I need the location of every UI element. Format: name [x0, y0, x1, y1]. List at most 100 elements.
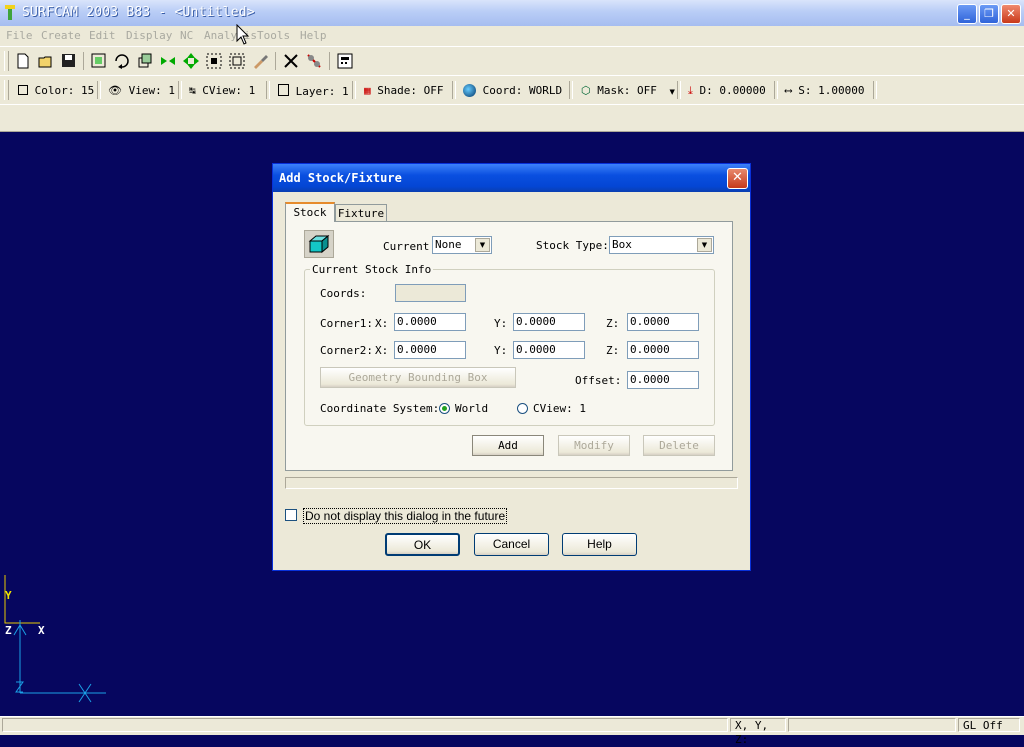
tab-fixture[interactable]: Fixture — [335, 204, 387, 222]
zoom-in-icon[interactable] — [205, 52, 223, 70]
ok-button[interactable]: OK — [385, 533, 460, 556]
shade-setting[interactable]: ▦ Shade: OFF — [364, 84, 443, 97]
coords-label: Coords: — [320, 287, 367, 300]
unblank-icon[interactable] — [305, 52, 323, 70]
open-folder-icon[interactable] — [37, 52, 55, 70]
depth-setting[interactable]: ⤓ D: 0.00000 — [688, 84, 766, 98]
help-button[interactable]: Help — [562, 533, 637, 556]
new-file-icon[interactable] — [14, 52, 32, 70]
corner1-z-label: Z: — [606, 317, 620, 330]
do-not-display-checkbox[interactable] — [285, 509, 297, 521]
main-toolbar — [0, 46, 1024, 75]
stock-type-select[interactable]: Box ▼ — [609, 236, 714, 254]
layer-setting[interactable]: Layer: 1 — [278, 84, 349, 98]
zoom-window-icon[interactable] — [136, 52, 154, 70]
coord-setting[interactable]: Coord: WORLD — [463, 84, 562, 97]
repaint-brush-icon[interactable] — [251, 52, 269, 70]
menu-nc[interactable]: NC — [180, 29, 193, 42]
radio-world-label: World — [455, 402, 489, 415]
depth-setting-label: D: 0.00000 — [699, 84, 766, 97]
coord-setting-label: Coord: WORLD — [482, 84, 563, 97]
title-bar: SURFCAM 2003 B83 - <Untitled> _ ❐ ✕ — [0, 0, 1024, 26]
corner2-label: Corner2: — [320, 344, 373, 357]
zoom-out-icon[interactable] — [228, 52, 246, 70]
window-title: SURFCAM 2003 B83 - <Untitled> — [22, 5, 255, 20]
toolbar-separator — [452, 81, 456, 99]
color-setting-label: Color: 15 — [34, 84, 95, 97]
stock-type-value: Box — [612, 238, 632, 251]
do-not-display-label: Do not display this dialog in the future — [303, 508, 508, 524]
menu-tools[interactable]: Tools — [257, 29, 290, 42]
chevron-down-icon[interactable]: ▼ — [669, 88, 674, 96]
eye-icon: 👁 — [108, 84, 122, 97]
toolbar-separator — [329, 52, 330, 70]
chevron-down-icon[interactable]: ▼ — [475, 238, 490, 252]
radio-world[interactable] — [439, 403, 450, 414]
empty-toolbar — [0, 104, 1024, 132]
save-icon[interactable] — [60, 52, 78, 70]
zoom-fit-icon[interactable] — [159, 52, 177, 70]
shade-setting-label: Shade: OFF — [377, 84, 444, 97]
cview-setting[interactable]: ↹ CView: 1 — [189, 84, 255, 97]
corner2-z-input[interactable]: 0.0000 — [627, 341, 699, 359]
globe-icon — [463, 84, 476, 97]
corner1-y-input[interactable]: 0.0000 — [513, 313, 585, 331]
axis-z-label: Z — [5, 624, 12, 637]
current-select-value: None — [435, 238, 462, 251]
toolbar-grip — [4, 80, 9, 100]
mask-setting[interactable]: ⬡ Mask: OFF ▼ — [581, 84, 675, 97]
offset-input[interactable]: 0.0000 — [627, 371, 699, 389]
toolbar-separator — [178, 81, 182, 99]
chevron-down-icon[interactable]: ▼ — [697, 238, 712, 252]
toolbar-separator — [97, 81, 101, 99]
scale-ruler-icon: ⟷ — [785, 84, 792, 97]
menu-bar: File Create Edit Display NC Analysis Too… — [0, 23, 1024, 46]
dialog-close-button[interactable]: ✕ — [727, 168, 748, 189]
rotate-view-icon[interactable] — [113, 52, 131, 70]
menu-file[interactable]: File — [6, 29, 33, 42]
dialog-status-field — [285, 477, 738, 489]
coordinate-system-label: Coordinate System: — [320, 402, 440, 415]
shade-grid-icon: ▦ — [364, 84, 371, 97]
restore-button[interactable]: ❐ — [979, 4, 999, 24]
menu-edit[interactable]: Edit — [89, 29, 116, 42]
corner1-x-input[interactable]: 0.0000 — [394, 313, 466, 331]
corner2-y-input[interactable]: 0.0000 — [513, 341, 585, 359]
current-select[interactable]: None ▼ — [432, 236, 492, 254]
menu-help[interactable]: Help — [300, 29, 327, 42]
zoom-all-icon[interactable] — [90, 52, 108, 70]
radio-cview[interactable] — [517, 403, 528, 414]
corner1-label: Corner1: — [320, 317, 373, 330]
minimize-button[interactable]: _ — [957, 4, 977, 24]
corner1-x-label: X: — [375, 317, 389, 330]
cancel-button[interactable]: Cancel — [474, 533, 549, 556]
corner2-x-input[interactable]: 0.0000 — [394, 341, 466, 359]
modify-button[interactable]: Modify — [558, 435, 630, 456]
depth-arrow-icon: ⤓ — [688, 84, 693, 97]
delete-x-icon[interactable] — [282, 52, 300, 70]
close-button[interactable]: ✕ — [1001, 4, 1021, 24]
menu-display[interactable]: Display — [126, 29, 172, 42]
view-setting[interactable]: 👁 View: 1 — [108, 84, 175, 97]
status-xyz-label: X, Y, Z: — [730, 718, 786, 746]
toolbar-grip — [4, 51, 9, 71]
dialog-title: Add Stock/Fixture — [279, 171, 402, 185]
status-message-cell — [2, 718, 728, 732]
tab-stock[interactable]: Stock — [285, 202, 335, 222]
calculator-icon[interactable] — [336, 52, 354, 70]
stock-type-label: Stock Type: — [536, 239, 609, 252]
dialog-title-bar: Add Stock/Fixture ✕ — [273, 164, 750, 192]
menu-create[interactable]: Create — [41, 29, 81, 42]
scale-setting[interactable]: ⟷ S: 1.00000 — [785, 84, 864, 97]
color-setting[interactable]: Color: 15 — [18, 84, 94, 97]
mask-cube-icon: ⬡ — [581, 84, 591, 97]
add-stock-fixture-dialog: Add Stock/Fixture ✕ Stock Fixture Curren… — [272, 163, 751, 571]
corner1-z-input[interactable]: 0.0000 — [627, 313, 699, 331]
geometry-bounding-box-button[interactable]: Geometry Bounding Box — [320, 367, 516, 388]
axis-triad: Y Z X — [0, 575, 110, 710]
add-button[interactable]: Add — [472, 435, 544, 456]
delete-button[interactable]: Delete — [643, 435, 715, 456]
mask-setting-label: Mask: OFF — [597, 84, 657, 97]
pan-icon[interactable] — [182, 52, 200, 70]
corner2-x-label: X: — [375, 344, 389, 357]
